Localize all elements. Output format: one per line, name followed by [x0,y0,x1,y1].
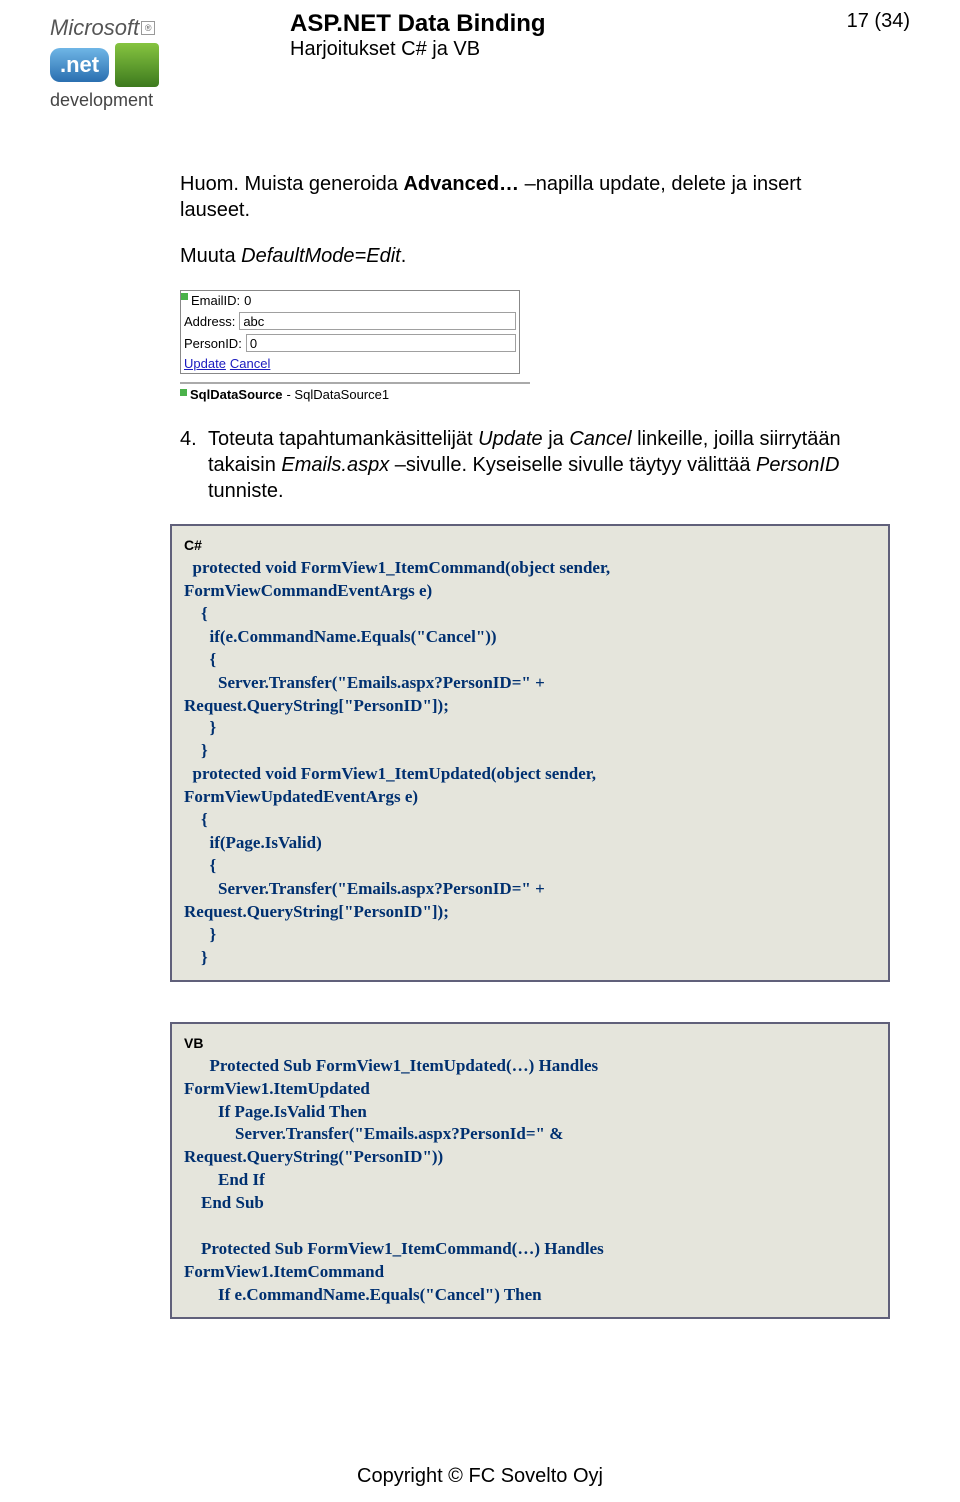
form-value-emailid: 0 [244,293,251,308]
title-block: ASP.NET Data Binding Harjoitukset C# ja … [250,10,830,61]
form-input-address[interactable] [239,312,516,330]
form-input-personid[interactable] [246,334,516,352]
page-number: 17 (34) [830,10,910,33]
link-cancel[interactable]: Cancel [230,356,270,371]
ti: PersonID [756,454,839,476]
form-label-emailid: EmailID: [191,293,240,308]
logo-registered: ® [141,21,155,35]
text: Huom. Muista generoida [180,173,403,195]
form-preview: EmailID: 0 Address: PersonID: Update Can… [180,290,530,402]
ti: Emails.aspx [281,454,389,476]
page-title: ASP.NET Data Binding [290,10,830,38]
step-4: 4. Toteuta tapahtumankäsittelijät Update… [180,426,870,504]
logo: Microsoft ® .net development [50,10,250,111]
text: . [401,245,407,267]
t: tunniste. [208,480,284,502]
text: Muuta [180,245,241,267]
page-header: Microsoft ® .net development ASP.NET Dat… [50,10,910,111]
text-italic: DefaultMode=Edit [241,245,401,267]
page-subtitle: Harjoitukset C# ja VB [290,38,830,61]
divider [180,382,530,384]
code-block-csharp: C# protected void FormView1_ItemCommand(… [170,524,890,982]
code-content: protected void FormView1_ItemCommand(obj… [184,558,610,967]
form-label-address: Address: [184,314,235,329]
logo-text-top: Microsoft [50,15,139,41]
sqldatasource-name: - SqlDataSource1 [286,387,389,402]
logo-green-square-icon [115,43,159,87]
code-block-vb: VB Protected Sub FormView1_ItemUpdated(…… [170,1022,890,1319]
step-number: 4. [180,426,208,504]
logo-text-bottom: development [50,90,250,111]
code-lang-label: C# [184,536,876,555]
code-content: Protected Sub FormView1_ItemUpdated(…) H… [184,1056,604,1304]
sqldatasource-row: SqlDataSource - SqlDataSource1 [180,387,530,402]
step-text: Toteuta tapahtumankäsittelijät Update ja… [208,426,870,504]
t: Toteuta tapahtumankäsittelijät [208,428,478,450]
text-bold: Advanced… [403,173,519,195]
paragraph-defaultmode: Muuta DefaultMode=Edit. [180,245,870,268]
logo-net-box: .net [50,48,109,82]
t: –sivulle. Kyseiselle sivulle täytyy väli… [389,454,756,476]
t: ja [543,428,570,450]
code-lang-label: VB [184,1034,876,1053]
link-update[interactable]: Update [184,356,226,371]
form-label-personid: PersonID: [184,336,242,351]
paragraph-huom: Huom. Muista generoida Advanced… –napill… [180,171,870,223]
ti: Cancel [569,428,631,450]
sqldatasource-bold: SqlDataSource [190,387,282,402]
footer-copyright: Copyright © FC Sovelto Oyj [0,1465,960,1488]
ti: Update [478,428,543,450]
